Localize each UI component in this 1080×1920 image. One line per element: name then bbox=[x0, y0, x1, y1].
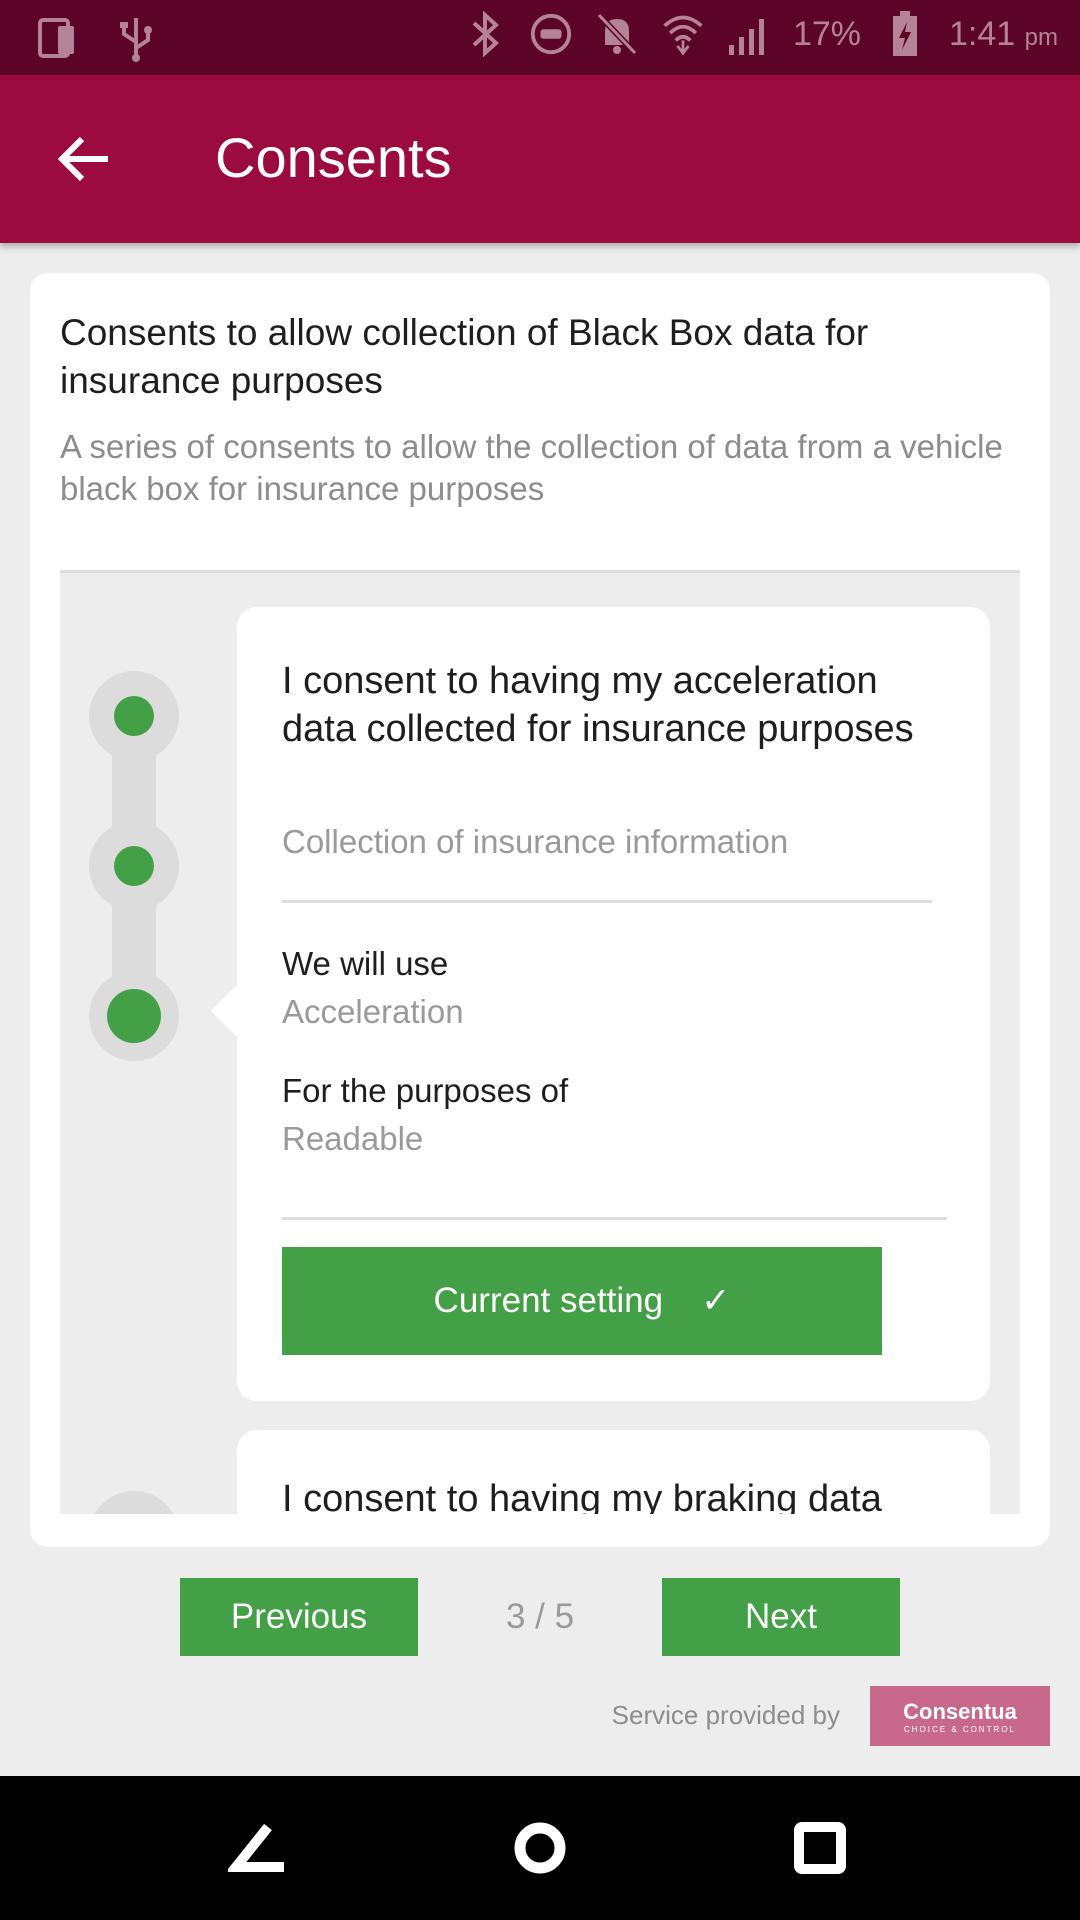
use-value: Acceleration bbox=[282, 993, 464, 1030]
device-icon bbox=[36, 14, 80, 62]
status-bar: 17% 1:41 pm bbox=[0, 0, 1080, 75]
next-button[interactable]: Next bbox=[662, 1578, 900, 1656]
dnd-icon bbox=[529, 10, 573, 58]
page-title: Consents bbox=[215, 126, 452, 189]
bell-off-icon bbox=[595, 10, 639, 58]
purpose-value: Readable bbox=[282, 1120, 424, 1157]
arrow-left-icon bbox=[58, 136, 108, 182]
divider bbox=[282, 1217, 947, 1220]
current-setting-label: Current setting bbox=[433, 1281, 664, 1320]
timeline-step-3-current[interactable] bbox=[89, 971, 179, 1061]
check-icon: ✓ bbox=[701, 1281, 731, 1320]
clock: 1:41 pm bbox=[949, 14, 1058, 53]
timeline-step-2[interactable] bbox=[89, 821, 179, 911]
use-label: We will use bbox=[282, 945, 449, 982]
home-nav-button[interactable] bbox=[504, 1812, 576, 1884]
logo-text: Consentua bbox=[903, 1698, 1017, 1724]
back-nav-button[interactable] bbox=[222, 1812, 294, 1884]
group-description: A series of consents to allow the collec… bbox=[60, 428, 1003, 507]
nav-home-icon bbox=[514, 1822, 566, 1874]
page-counter: 3 / 5 bbox=[505, 1597, 575, 1636]
consentua-logo[interactable]: Consentua CHOICE & CONTROL bbox=[870, 1686, 1050, 1746]
bluetooth-icon bbox=[463, 10, 507, 58]
battery-charging-icon bbox=[883, 10, 927, 58]
timeline-step-1[interactable] bbox=[89, 671, 179, 761]
consent-group-card: Consents to allow collection of Black Bo… bbox=[30, 273, 1050, 1547]
recents-nav-button[interactable] bbox=[784, 1812, 856, 1884]
back-button[interactable] bbox=[44, 119, 124, 199]
current-setting-button[interactable]: Current setting ✓ bbox=[282, 1247, 882, 1355]
system-nav-bar bbox=[0, 1776, 1080, 1920]
service-provided-label: Service provided by bbox=[611, 1700, 840, 1730]
nav-recents-icon bbox=[794, 1822, 846, 1874]
consent-card: I consent to having my acceleration data… bbox=[211, 607, 990, 1401]
timeline-step-4[interactable] bbox=[89, 1491, 179, 1514]
step-current-dot-icon bbox=[107, 989, 161, 1043]
purpose-label: For the purposes of bbox=[282, 1072, 569, 1109]
card-pointer bbox=[211, 985, 237, 1037]
wifi-icon bbox=[661, 10, 705, 58]
app-bar: Consents bbox=[0, 75, 1080, 243]
divider bbox=[282, 900, 932, 903]
next-consent-card[interactable]: I consent to having my braking data bbox=[237, 1430, 990, 1514]
step-complete-dot-icon bbox=[114, 696, 154, 736]
pager: Previous 3 / 5 Next bbox=[0, 1578, 1080, 1656]
group-title: Consents to allow collection of Black Bo… bbox=[60, 312, 869, 401]
consent-title: I consent to having my acceleration data… bbox=[282, 660, 914, 750]
consent-subtitle: Collection of insurance information bbox=[282, 823, 789, 860]
battery-percent: 17% bbox=[792, 14, 862, 53]
usb-icon bbox=[114, 14, 158, 62]
signal-icon bbox=[727, 10, 771, 58]
nav-back-icon bbox=[228, 1823, 284, 1872]
step-complete-dot-icon bbox=[114, 846, 154, 886]
consent-list-panel[interactable]: I consent to having my acceleration data… bbox=[60, 570, 1020, 1514]
previous-button[interactable]: Previous bbox=[180, 1578, 418, 1656]
logo-tagline: CHOICE & CONTROL bbox=[903, 1724, 1016, 1734]
next-consent-title: I consent to having my braking data bbox=[282, 1478, 882, 1514]
